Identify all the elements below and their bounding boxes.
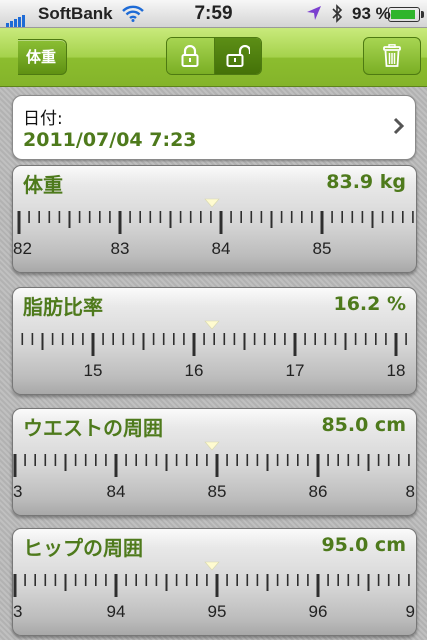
ruler-title: ヒップの周囲	[23, 536, 143, 560]
lock-icon	[181, 45, 199, 67]
ruler-pointer-icon	[204, 320, 220, 330]
ruler-tick-label: 96	[309, 602, 328, 621]
unlock-icon	[226, 45, 250, 67]
content-area: 日付: 2011/07/04 7:23 82 83 84 85 体重 83.9 kg …	[0, 87, 427, 640]
battery-percent: 93 %	[352, 4, 391, 23]
ruler-tick-label: 84	[212, 239, 231, 258]
ruler-tick-label: 3	[13, 482, 22, 501]
ruler-tick-label: 15	[84, 361, 103, 380]
date-row[interactable]: 日付: 2011/07/04 7:23	[12, 95, 416, 160]
chevron-right-icon	[393, 117, 405, 135]
ruler-pointer-icon	[204, 198, 220, 208]
ruler-title: 体重	[23, 173, 63, 197]
body-fat-ruler[interactable]: 15 16 17 18 脂肪比率 16.2 %	[12, 287, 417, 395]
ruler-tick-label: 17	[286, 361, 305, 380]
waist-ruler[interactable]: 3 84 85 86 8 ウエストの周囲 85.0 cm	[12, 408, 417, 516]
ruler-tick-label: 85	[313, 239, 332, 258]
lock-segmented-control[interactable]	[166, 37, 262, 75]
ruler-tick-label: 94	[107, 602, 126, 621]
ruler-tick-label: 85	[208, 482, 227, 501]
ruler-tick-label: 16	[185, 361, 204, 380]
ruler-pointer-icon	[204, 561, 220, 571]
ruler-tick-label: 18	[387, 361, 406, 380]
date-value: 2011/07/04 7:23	[23, 129, 197, 151]
ruler-title: 脂肪比率	[23, 295, 103, 319]
weight-ruler[interactable]: 82 83 84 85 体重 83.9 kg	[12, 165, 417, 273]
ruler-tick-label: 82	[13, 239, 32, 258]
hip-ruler[interactable]: 3 94 95 96 9 ヒップの周囲 95.0 cm	[12, 528, 417, 636]
ruler-tick-label: 84	[107, 482, 126, 501]
ruler-value: 16.2 %	[333, 293, 406, 315]
ruler-tick-label: 83	[111, 239, 130, 258]
ruler-tick-label: 8	[406, 482, 415, 501]
trash-icon	[383, 44, 401, 67]
status-bar: SoftBank 7:59 93 %	[0, 0, 427, 28]
ruler-value: 95.0 cm	[321, 534, 406, 556]
ruler-tick-label: 95	[208, 602, 227, 621]
ruler-title: ウエストの周囲	[23, 416, 163, 440]
date-label: 日付:	[23, 109, 63, 129]
navigation-bar: 体重	[0, 28, 427, 87]
ruler-tick-label: 9	[406, 602, 415, 621]
unlock-segment[interactable]	[214, 38, 261, 74]
ruler-tick-label: 3	[13, 602, 22, 621]
ruler-tick-label: 86	[309, 482, 328, 501]
battery-icon	[388, 7, 424, 22]
lock-segment[interactable]	[167, 38, 215, 74]
ruler-pointer-icon	[204, 441, 220, 451]
location-icon	[307, 6, 321, 20]
ruler-value: 83.9 kg	[326, 171, 406, 193]
back-button-label: 体重	[26, 48, 57, 66]
delete-button[interactable]	[363, 37, 421, 75]
bluetooth-icon	[332, 4, 343, 23]
ruler-value: 85.0 cm	[321, 414, 406, 436]
back-button[interactable]: 体重	[18, 39, 68, 75]
